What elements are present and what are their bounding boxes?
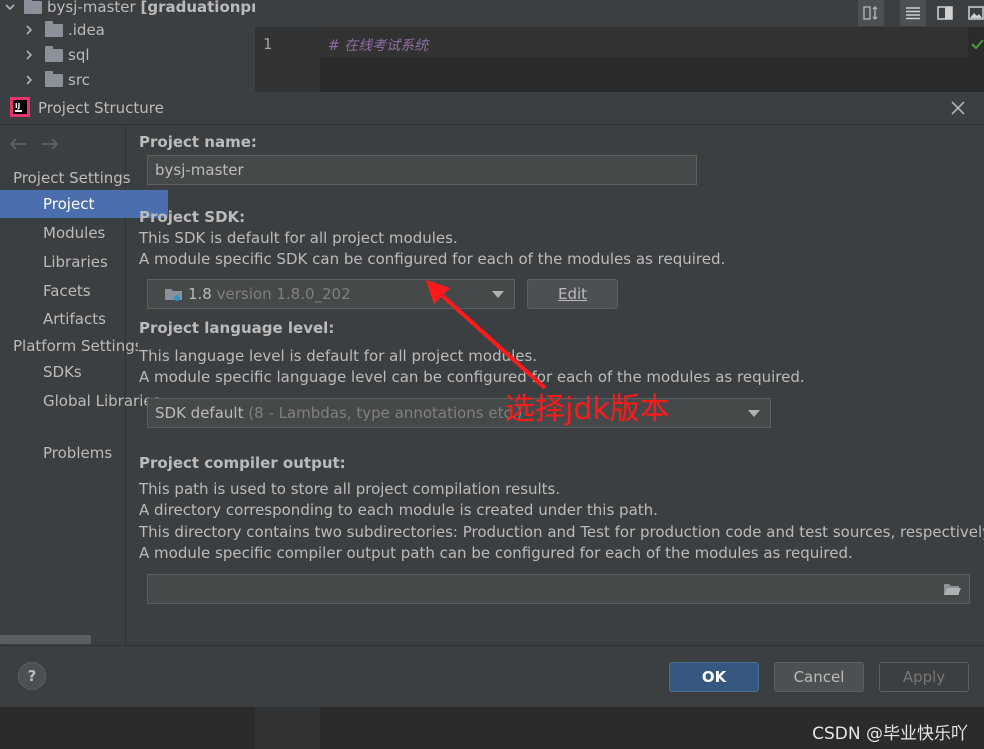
sidebar-item-label: Global Libraries [43,392,161,410]
dropdown-arrow-icon [748,410,760,417]
back-arrow-icon[interactable] [9,137,27,151]
sidebar-item-facets[interactable]: Facets [0,277,168,305]
sidebar-item-label: Artifacts [43,310,106,328]
chevron-right-icon [26,75,33,85]
editor-gutter: 1 [255,27,320,95]
folder-icon [45,45,63,62]
sidebar-scrollbar[interactable] [0,635,91,644]
tree-item-src[interactable]: src [23,68,90,92]
edit-button-label: Edit [557,285,588,303]
settings-sidebar: Project Settings Project Modules Librari… [0,125,168,645]
chevron-down-icon [5,4,15,11]
help-icon: ? [27,667,37,685]
chevron-right-icon [26,25,33,35]
forward-arrow-icon[interactable] [41,137,59,151]
compiler-output-input[interactable] [147,574,970,604]
language-level-combobox[interactable]: SDK default (8 - Lambdas, type annotatio… [147,398,771,428]
help-button[interactable]: ? [18,662,46,690]
tree-item-idea[interactable]: .idea [23,18,105,42]
preview-only-icon[interactable] [963,0,984,26]
compiler-output-desc4: A module specific compiler output path c… [139,544,853,562]
tree-item-label: sql [68,46,90,64]
compiler-output-desc3: This directory contains two subdirectori… [139,523,984,541]
dialog-titlebar: IJ Project Structure [0,92,984,125]
watermark: CSDN @毕业快乐吖 [812,724,968,744]
ok-button[interactable]: OK [669,662,759,692]
sdk-name: 1.8 [188,285,212,303]
sidebar-item-label: Facets [43,282,91,300]
dialog-title: Project Structure [38,99,164,117]
check-icon [971,39,984,50]
tree-item-label: src [68,71,90,89]
project-name-label: Project name: [139,133,257,151]
svg-text:IJ: IJ [15,102,20,110]
sidebar-item-global-libraries[interactable]: Global Libraries [0,387,168,415]
section-label: Platform Settings [13,337,138,355]
annotation-text: 选择jdk版本 [505,392,670,427]
browse-folder-icon[interactable] [943,582,961,596]
folder-icon [45,20,63,37]
jdk-folder-icon [165,289,182,301]
project-sdk-label: Project SDK: [139,208,246,226]
project-name-input[interactable]: bysj-master [147,155,697,185]
project-name-value: bysj-master [155,161,244,179]
sidebar-item-label: SDKs [43,363,82,381]
editor-toolbar [255,0,984,27]
split-view-icon[interactable] [932,0,958,26]
section-platform-settings: Platform Settings [0,332,138,360]
compiler-output-desc2: A directory corresponding to each module… [139,501,658,519]
language-level-detail: (8 - Lambdas, type annotations etc.) [248,404,523,422]
compiler-output-label: Project compiler output: [139,454,346,472]
intellij-logo-icon: IJ [10,97,30,117]
apply-label: Apply [902,668,946,686]
project-sdk-desc1: This SDK is default for all project modu… [139,229,458,247]
code-line: # 在线考试系统 [328,38,429,54]
annotation-arrow [426,280,547,390]
language-level-name: SDK default [155,404,244,422]
project-sdk-desc2: A module specific SDK can be configured … [139,250,726,268]
dialog-footer: ? OK Cancel Apply [0,645,984,708]
apply-button[interactable]: Apply [879,662,969,692]
chevron-right-icon [26,50,33,60]
sidebar-item-label: Modules [43,224,106,242]
bottom-gutter [255,707,320,749]
language-level-label: Project language level: [139,319,335,337]
project-tree-panel: bysj-master [graduationproj .idea sql sr… [0,0,274,95]
project-structure-dialog: IJ Project Structure Project Settings Pr… [0,92,984,708]
tree-item-label: .idea [68,21,105,39]
sdk-version: version 1.8.0_202 [216,285,351,303]
ide-bottom-area: CSDN @毕业快乐吖 [0,707,984,749]
tree-root-module: [graduationproj [140,0,275,16]
cancel-button[interactable]: Cancel [774,662,864,692]
sidebar-item-label: Project [43,195,95,213]
line-number: 1 [263,35,273,53]
cancel-label: Cancel [793,668,845,686]
sidebar-item-label: Problems [43,444,113,462]
folder-icon [45,70,63,87]
tree-item-root[interactable]: bysj-master [graduationproj [4,0,274,19]
tree-root-label: bysj-master [47,0,136,16]
scroll-sync-icon[interactable] [858,0,884,26]
section-project-settings: Project Settings [0,164,138,192]
editor-only-icon[interactable] [900,0,926,26]
compiler-output-desc1: This path is used to store all project c… [139,480,561,498]
current-line-highlight: # 在线考试系统 [320,27,968,57]
ok-label: OK [701,668,727,686]
tree-item-sql[interactable]: sql [23,43,90,67]
section-label: Project Settings [13,169,131,187]
module-folder-icon [24,0,42,14]
sidebar-item-label: Libraries [43,253,108,271]
close-icon[interactable] [951,101,965,115]
